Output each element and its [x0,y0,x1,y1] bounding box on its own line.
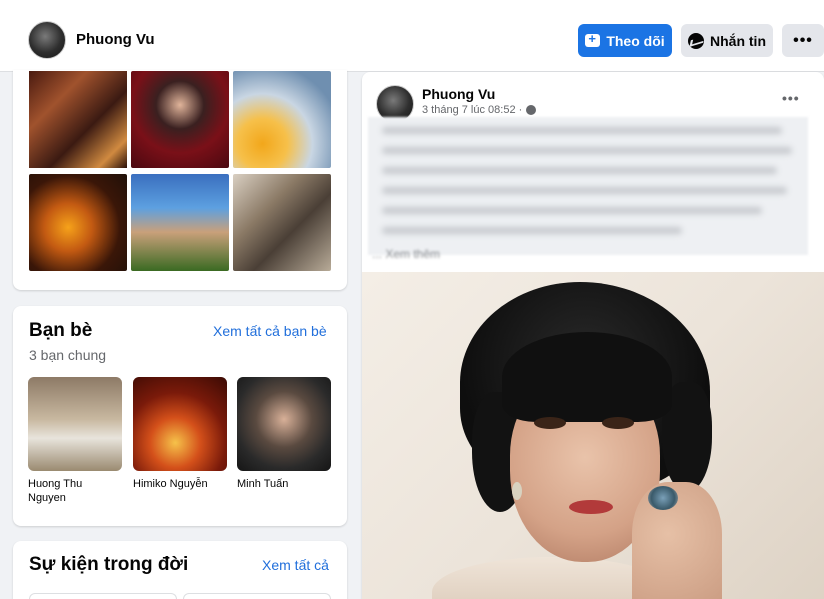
blurred-post-text [368,117,808,255]
post-photo[interactable] [362,272,824,599]
photo-thumbnail[interactable] [131,174,229,271]
post-card: Phuong Vu 3 tháng 7 lúc 08:52 · ••• ... … [362,72,824,599]
friends-card: Bạn bè Xem tất cả bạn bè 3 bạn chung Huo… [13,306,347,526]
profile-header-bar: Phuong Vu Theo dõi Nhắn tin ••• [0,0,824,72]
photo-detail [502,332,672,422]
blurred-line [382,147,792,154]
photo-thumbnail[interactable] [233,174,331,271]
friend-name[interactable]: Minh Tuấn [237,477,331,491]
blurred-line [382,187,787,194]
photos-card [13,70,347,290]
photo-detail [569,500,613,514]
mutual-friends-count: 3 bạn chung [29,347,107,363]
photo-detail [534,417,566,429]
follow-icon [585,31,601,47]
photo-thumbnail[interactable] [29,174,127,271]
photo-thumbnail[interactable] [233,71,331,168]
follow-label: Theo dõi [606,32,665,49]
message-button[interactable]: Nhắn tin [681,24,773,57]
life-event-item[interactable] [29,593,177,599]
globe-icon [526,105,537,115]
see-all-events-link[interactable]: Xem tất cả [262,557,329,573]
post-time-text: 3 tháng 7 lúc 08:52 · [422,104,523,116]
friend-name[interactable]: Himiko Nguyễn [133,477,227,491]
blurred-line [382,167,777,174]
post-options-button[interactable]: ••• [782,90,800,106]
follow-button[interactable]: Theo dõi [578,24,672,57]
photo-thumbnail[interactable] [131,71,229,168]
blurred-line [382,127,782,134]
photo-thumbnail[interactable] [29,71,127,168]
profile-avatar[interactable] [28,21,66,59]
blurred-line [382,207,762,214]
photo-detail [512,482,522,500]
more-options-button[interactable]: ••• [782,24,824,57]
messenger-icon [688,32,704,49]
profile-name[interactable]: Phuong Vu [76,31,155,48]
see-more-link[interactable]: ... Xem thêm [372,247,440,261]
post-author-name[interactable]: Phuong Vu [422,86,495,102]
message-label: Nhắn tin [710,32,766,49]
friends-title: Bạn bè [29,320,93,341]
friend-name[interactable]: Huong Thu Nguyen [28,477,122,505]
post-timestamp[interactable]: 3 tháng 7 lúc 08:52 · [422,104,537,116]
friend-photo[interactable] [28,377,122,471]
friend-photo[interactable] [237,377,331,471]
life-events-title: Sự kiện trong đời [29,554,189,575]
see-all-friends-link[interactable]: Xem tất cả bạn bè [213,323,327,339]
more-icon: ••• [793,31,813,49]
photo-detail [602,417,634,429]
friend-photo[interactable] [133,377,227,471]
life-event-item[interactable] [183,593,331,599]
life-events-card: Sự kiện trong đời Xem tất cả [13,541,347,599]
photo-detail [648,486,678,510]
blurred-line [382,227,682,234]
